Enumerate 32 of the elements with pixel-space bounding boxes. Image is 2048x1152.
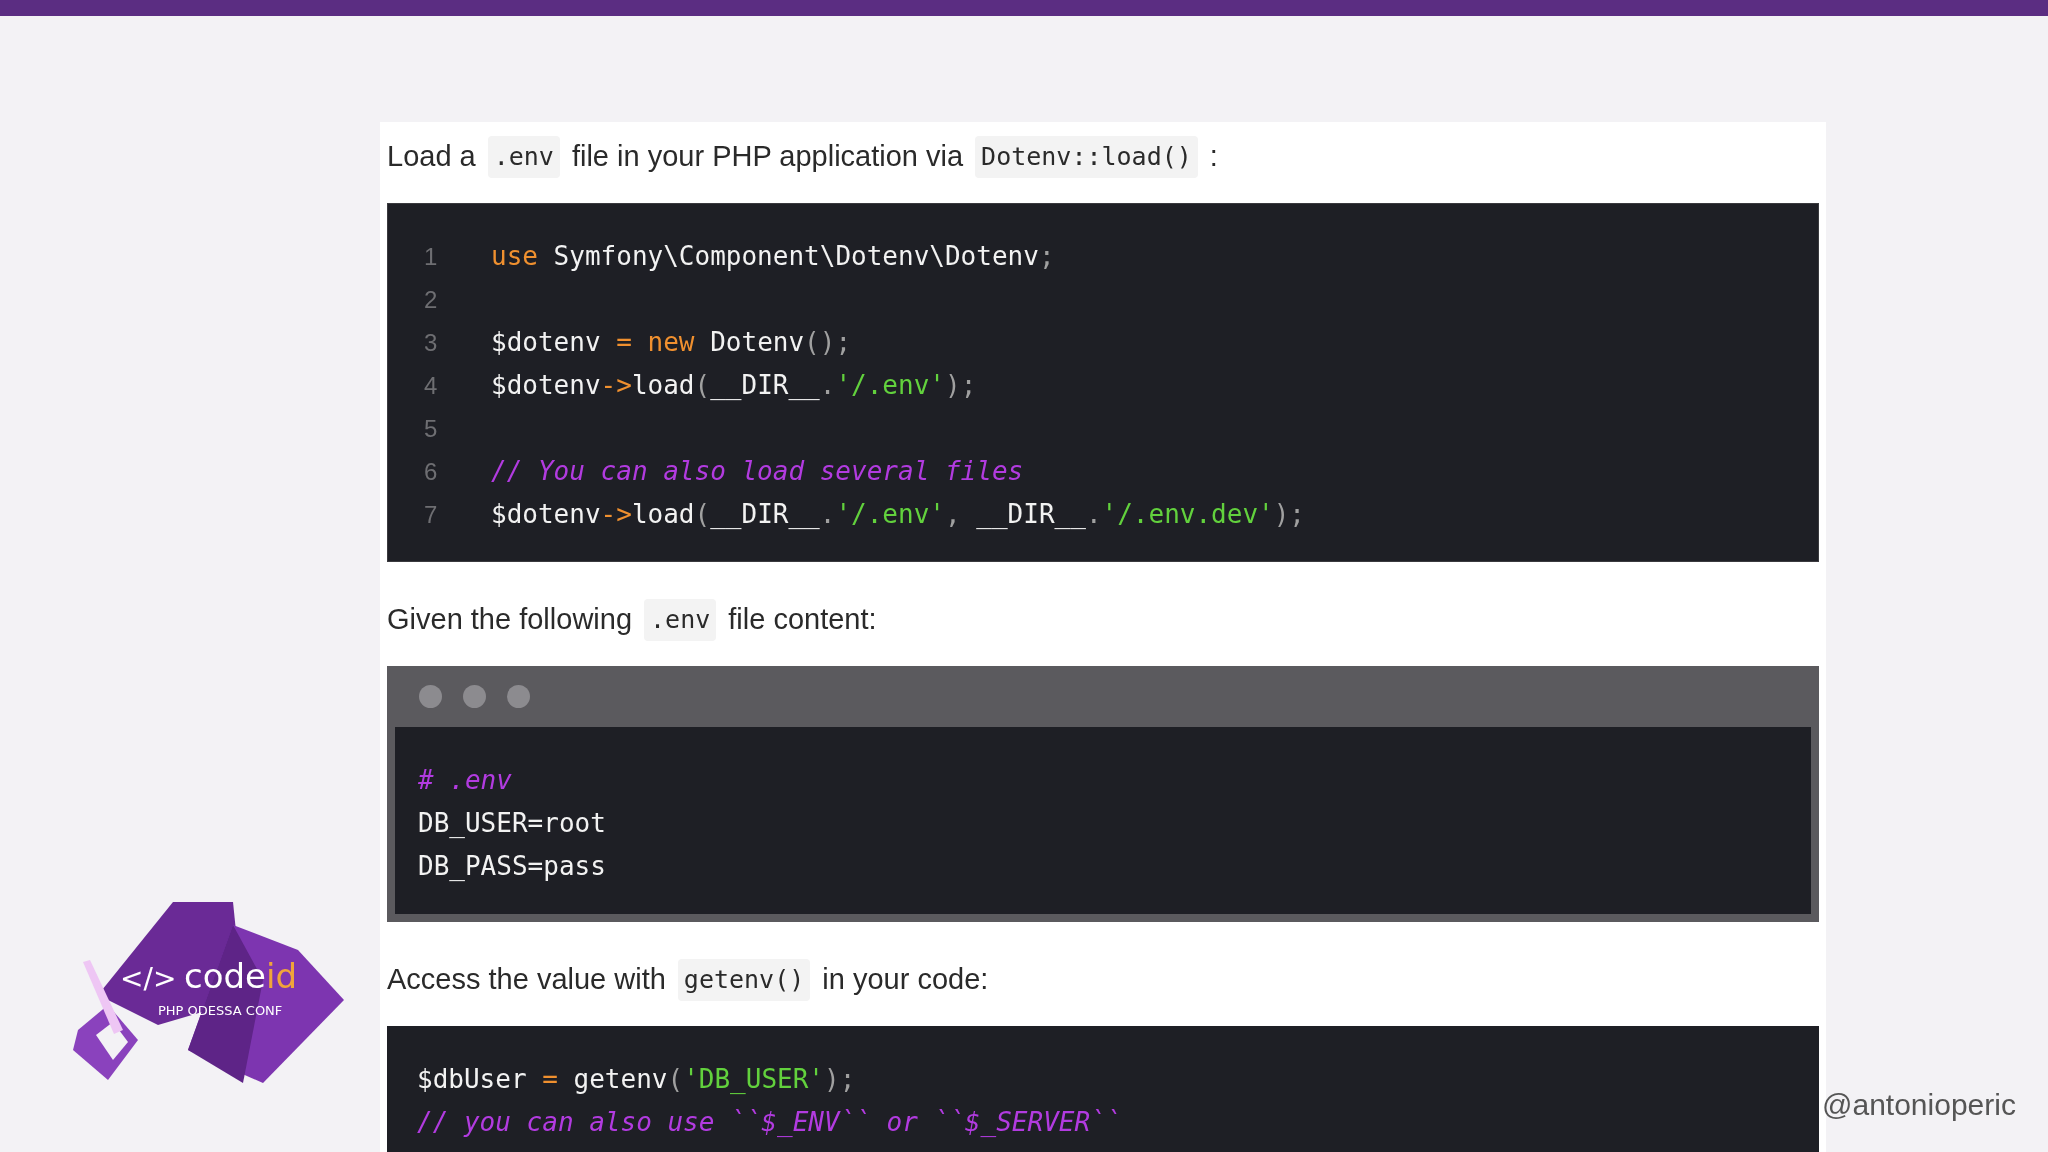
code-line: $dotenv = new Dotenv();	[491, 326, 852, 359]
inline-code: Dotenv::load()	[975, 136, 1198, 178]
code-line: DB_PASS=pass	[418, 850, 606, 883]
line-number: 7	[423, 499, 439, 530]
author-handle: @antonioperic	[1822, 1087, 2016, 1123]
paragraph-text: Given the following	[387, 602, 633, 638]
paragraph-text: in your code:	[822, 962, 989, 998]
code-line: $dotenv->load(__DIR__.'/.env', __DIR__.'/.env.dev');	[491, 498, 1306, 531]
code-line: // You can also load several files	[491, 455, 1024, 488]
paragraph-text: file in your PHP application via	[571, 139, 964, 175]
inline-code: getenv()	[677, 959, 811, 1001]
paragraph-text: Load a	[387, 139, 476, 175]
logo-mark: </>	[120, 962, 177, 995]
line-number: 1	[423, 241, 439, 272]
line-number: 6	[423, 456, 439, 487]
line-number: 3	[423, 327, 439, 358]
code-line: DB_USER=root	[418, 807, 606, 840]
code-line: // you can also use ``$_ENV`` or ``$_SERVER``	[417, 1106, 1122, 1139]
code-line: use Symfony\Component\Dotenv\Dotenv;	[491, 240, 1055, 273]
code-line: $dotenv->load(__DIR__.'/.env');	[491, 369, 977, 402]
inline-code: .env	[644, 599, 717, 641]
line-number: 5	[423, 413, 439, 444]
inline-code: .env	[487, 136, 560, 178]
line-number: 2	[423, 284, 439, 315]
logo-subtitle: PHP ODESSA CONF	[158, 1003, 283, 1018]
paragraph-text: :	[1209, 139, 1218, 175]
paragraph-text: file content:	[728, 602, 877, 638]
logo-wordmark: codeid	[184, 956, 298, 996]
line-number: 4	[423, 370, 439, 401]
paragraph-text: Access the value with	[387, 962, 666, 998]
code-line: $dbUser = getenv('DB_USER');	[417, 1063, 856, 1096]
code-line: # .env	[418, 764, 512, 797]
